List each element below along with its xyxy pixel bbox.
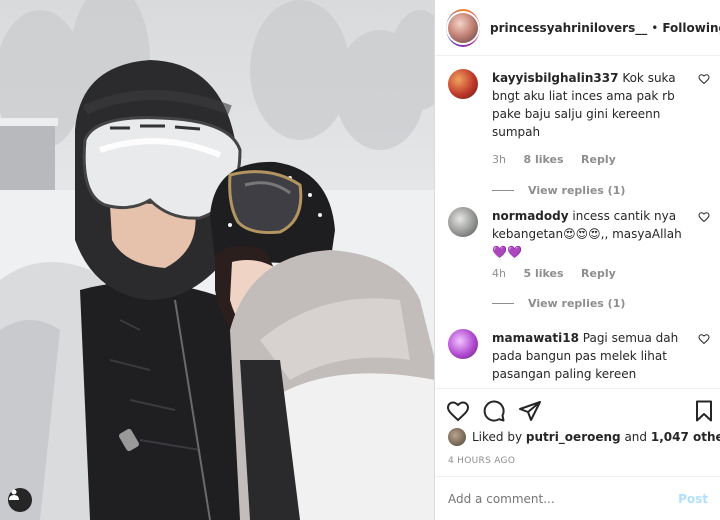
likes-others-count[interactable]: 1,047 others: [651, 430, 720, 444]
view-replies-button[interactable]: View replies (1): [492, 184, 625, 197]
likes-summary: Liked by putri_oeroeng and 1,047 others: [448, 428, 720, 446]
comments-list[interactable]: kayyisbilghalin337 Kok suka bngt aku lia…: [436, 57, 720, 385]
add-comment-input[interactable]: [448, 491, 668, 506]
post-actions-bar: [436, 388, 720, 432]
liker-avatar[interactable]: [448, 428, 466, 446]
commenter-avatar[interactable]: [448, 69, 478, 99]
comment-item: normadody incess cantik nya kebangetan😍😍…: [448, 207, 712, 317]
view-replies-line: [492, 303, 514, 304]
account-avatar[interactable]: [446, 8, 480, 47]
bookmark-icon[interactable]: [692, 399, 716, 423]
comment-username[interactable]: kayyisbilghalin337: [492, 71, 618, 85]
comment-meta: 3h 8 likes Reply: [492, 153, 630, 166]
comment-reply-button[interactable]: Reply: [581, 153, 616, 166]
comment-like-heart-icon[interactable]: [698, 333, 710, 345]
account-avatar-image: [448, 12, 478, 43]
following-button[interactable]: Following: [662, 21, 720, 35]
likes-prefix: Liked by: [472, 430, 523, 444]
commenter-avatar[interactable]: [448, 207, 478, 237]
commenter-avatar[interactable]: [448, 329, 478, 359]
user-tag-icon: [9, 489, 19, 500]
post-side-panel: princessyahrinilovers__ • Following kayy…: [436, 0, 720, 520]
view-replies-label: View replies (1): [528, 184, 626, 197]
view-replies-label: View replies (1): [528, 297, 626, 310]
likes-and: and: [624, 430, 648, 444]
view-replies-button[interactable]: View replies (1): [492, 297, 625, 310]
comment-username[interactable]: mamawati18: [492, 331, 579, 345]
post-timestamp[interactable]: 4 HOURS AGO: [448, 456, 515, 466]
comment-text: mamawati18 Pagi semua dah pada bangun pa…: [492, 329, 692, 383]
comment-item: mamawati18 Pagi semua dah pada bangun pa…: [448, 329, 712, 385]
view-replies-line: [492, 190, 514, 191]
comment-like-heart-icon[interactable]: [698, 211, 710, 223]
comment-likes[interactable]: 5 likes: [523, 267, 563, 280]
comment-icon[interactable]: [482, 399, 506, 423]
user-tag-button[interactable]: [8, 488, 32, 512]
post-header: princessyahrinilovers__ • Following: [436, 0, 720, 56]
header-separator: •: [651, 20, 659, 35]
post-photo[interactable]: [0, 0, 435, 520]
photo-illustration: [0, 0, 434, 520]
comment-time: 3h: [492, 153, 506, 166]
comment-item: kayyisbilghalin337 Kok suka bngt aku lia…: [448, 69, 712, 199]
comment-text: normadody incess cantik nya kebangetan😍😍…: [492, 207, 692, 261]
send-icon[interactable]: [518, 399, 542, 423]
comment-time: 4h: [492, 267, 506, 280]
heart-icon[interactable]: [446, 399, 470, 423]
liker-username[interactable]: putri_oeroeng: [526, 430, 621, 444]
comment-username[interactable]: normadody: [492, 209, 569, 223]
comment-like-heart-icon[interactable]: [698, 73, 710, 85]
comment-likes[interactable]: 8 likes: [523, 153, 563, 166]
add-comment-bar: Post: [436, 476, 720, 520]
comment-reply-button[interactable]: Reply: [581, 267, 616, 280]
comment-text: kayyisbilghalin337 Kok suka bngt aku lia…: [492, 69, 692, 141]
account-username[interactable]: princessyahrinilovers__: [490, 21, 647, 35]
comment-meta: 4h 5 likes Reply: [492, 267, 630, 280]
post-comment-button[interactable]: Post: [678, 492, 708, 506]
